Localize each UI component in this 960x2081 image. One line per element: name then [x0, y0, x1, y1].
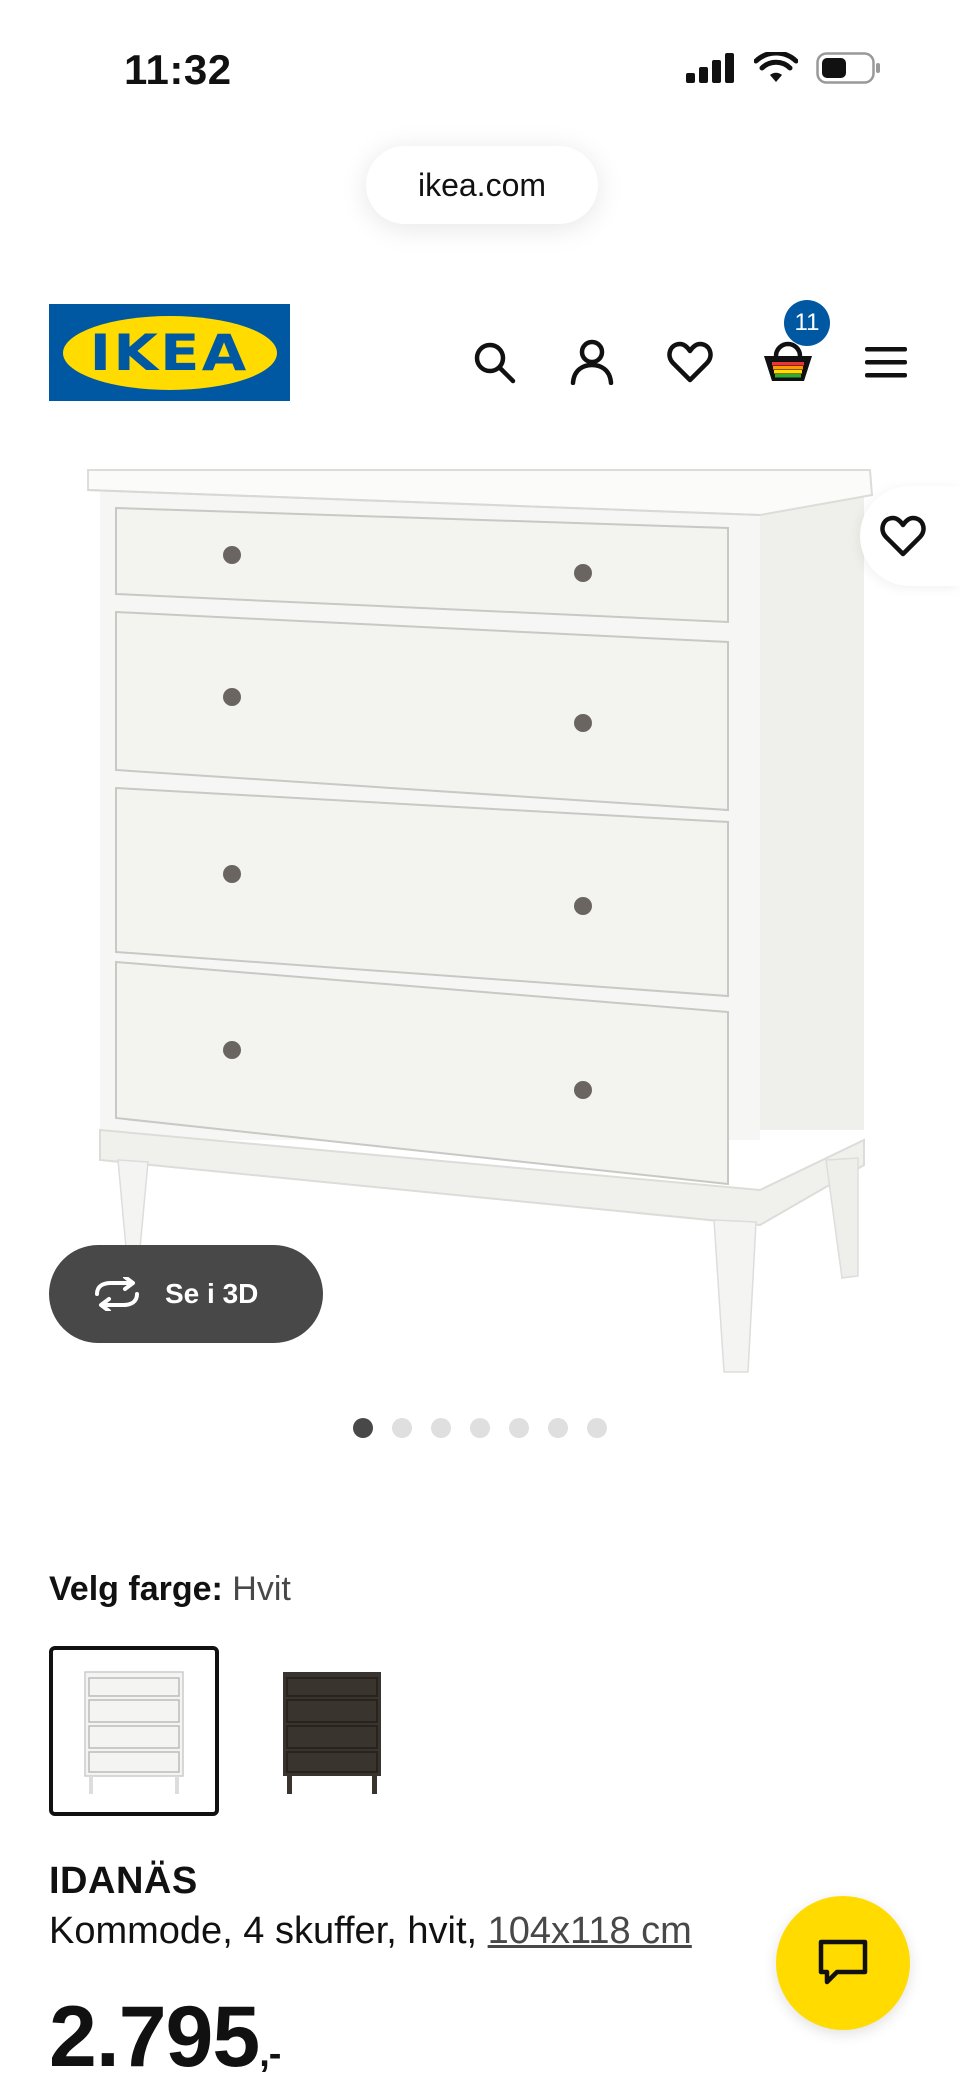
color-swatch-white[interactable] [49, 1646, 219, 1816]
pagination-dot[interactable] [548, 1418, 568, 1438]
account-button[interactable] [558, 328, 626, 396]
search-icon [474, 342, 516, 384]
search-button[interactable] [460, 328, 528, 396]
status-time: 11:32 [124, 46, 232, 93]
product-description: Kommode, 4 skuffer, hvit, 104x118 cm [49, 1910, 692, 1953]
pagination-dot[interactable] [392, 1418, 412, 1438]
status-bar: 11:32 [0, 0, 960, 140]
url-text: ikea.com [417, 166, 547, 203]
view-3d-button[interactable]: Se i 3D [49, 1245, 323, 1343]
product-dimensions-link[interactable]: 104x118 cm [488, 1910, 692, 1952]
view-3d-label: Se i 3D [165, 1278, 259, 1309]
url-bar[interactable]: ikea.com [366, 146, 598, 224]
price-suffix: ,- [259, 2033, 281, 2075]
account-icon [570, 339, 614, 385]
pagination-dot[interactable] [470, 1418, 490, 1438]
product-name: IDANÄS [49, 1860, 198, 1902]
cart-count-badge: 11 [784, 300, 830, 346]
pagination-dot[interactable] [509, 1418, 529, 1438]
logo-text: IKEA [90, 323, 249, 382]
color-swatch-dark[interactable] [247, 1646, 417, 1816]
menu-button[interactable] [852, 328, 920, 396]
chat-icon [818, 1939, 868, 1985]
wishlist-button[interactable] [656, 328, 724, 396]
menu-icon [865, 347, 907, 378]
product-price: 2.795,- [49, 1988, 281, 2081]
logo-oval: IKEA [62, 315, 277, 390]
pagination-dot[interactable] [587, 1418, 607, 1438]
chat-button[interactable] [776, 1896, 910, 2030]
color-swatches [49, 1646, 417, 1816]
heart-icon [667, 341, 713, 383]
cart-button[interactable]: 11 [754, 300, 830, 396]
rotate-icon [95, 1277, 139, 1311]
gallery-pagination [353, 1418, 607, 1438]
price-value: 2.795 [49, 1989, 260, 2081]
wifi-icon [754, 52, 798, 82]
product-favorite-button[interactable] [860, 486, 960, 586]
pagination-dot[interactable] [431, 1418, 451, 1438]
white-dresser-thumbnail [84, 1671, 184, 1794]
cart-icon [764, 341, 812, 381]
header-nav: 11 [460, 300, 920, 396]
color-label-prefix: Velg farge: [49, 1570, 233, 1608]
ikea-logo[interactable]: IKEA [49, 304, 290, 401]
site-header: IKEA 11 [0, 300, 960, 410]
color-selected-value: Hvit [232, 1570, 291, 1608]
signal-icon [686, 53, 734, 83]
status-icons [686, 52, 882, 84]
pagination-dot[interactable] [353, 1418, 373, 1438]
battery-icon [816, 52, 880, 84]
dark-dresser-thumbnail [283, 1672, 381, 1794]
heart-icon [880, 515, 926, 557]
product-description-text: Kommode, 4 skuffer, hvit, [49, 1910, 488, 1952]
color-selector-label: Velg farge: Hvit [49, 1570, 291, 1609]
